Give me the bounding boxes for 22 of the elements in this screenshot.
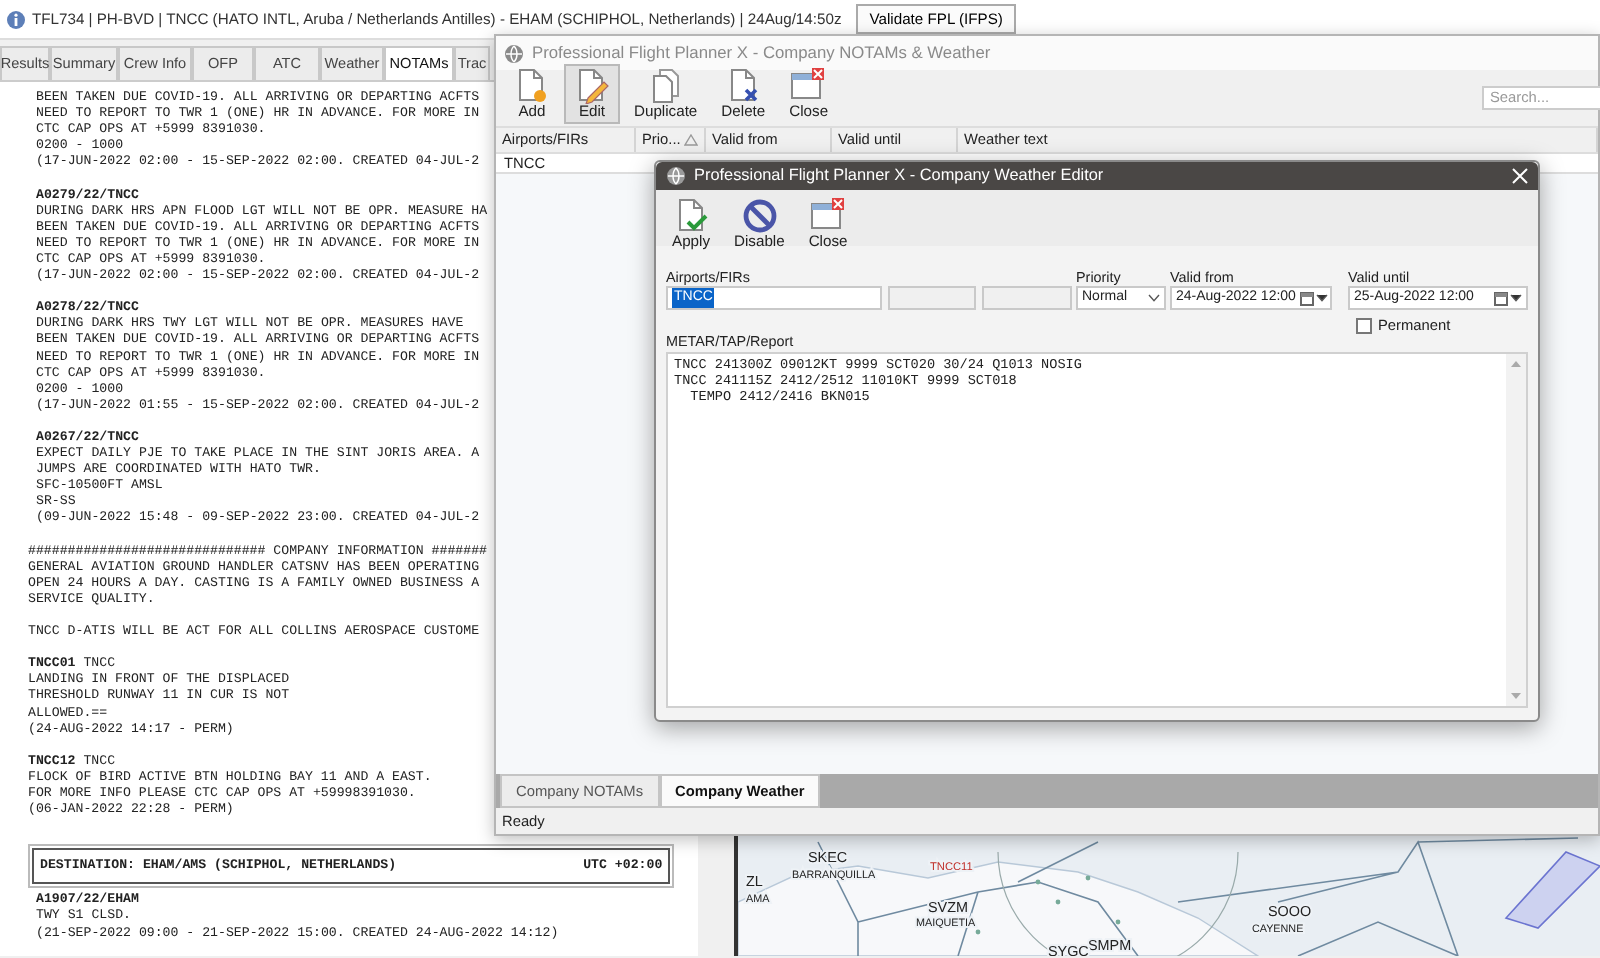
- info-icon: [6, 9, 26, 29]
- document-check-icon: [673, 198, 709, 234]
- close-icon[interactable]: [1512, 168, 1528, 185]
- window-title: Professional Flight Planner X - Company NOTAMs & Weather: [532, 40, 991, 66]
- caret-icon: [1315, 294, 1328, 302]
- input-field: [888, 286, 976, 310]
- airspace-area: [1504, 851, 1600, 929]
- calendar-icon: [1299, 291, 1314, 305]
- calendar-icon: [1494, 291, 1508, 305]
- globe-icon: [666, 166, 686, 186]
- no-entry-icon: [741, 198, 778, 234]
- document-pencil-icon: [574, 67, 610, 104]
- caret-icon: [1148, 294, 1160, 302]
- checkbox[interactable]: [1356, 317, 1372, 334]
- scroll-down-icon: [1510, 692, 1522, 700]
- globe-icon: [504, 43, 524, 63]
- scroll-up-icon: [1510, 360, 1522, 369]
- window-close-icon: [810, 198, 847, 234]
- scrollbar[interactable]: [1506, 354, 1526, 706]
- input-field: [982, 286, 1072, 310]
- dialog-title: Professional Flight Planner X - Company Weather Editor: [694, 163, 1104, 188]
- caret-icon: [1510, 294, 1522, 302]
